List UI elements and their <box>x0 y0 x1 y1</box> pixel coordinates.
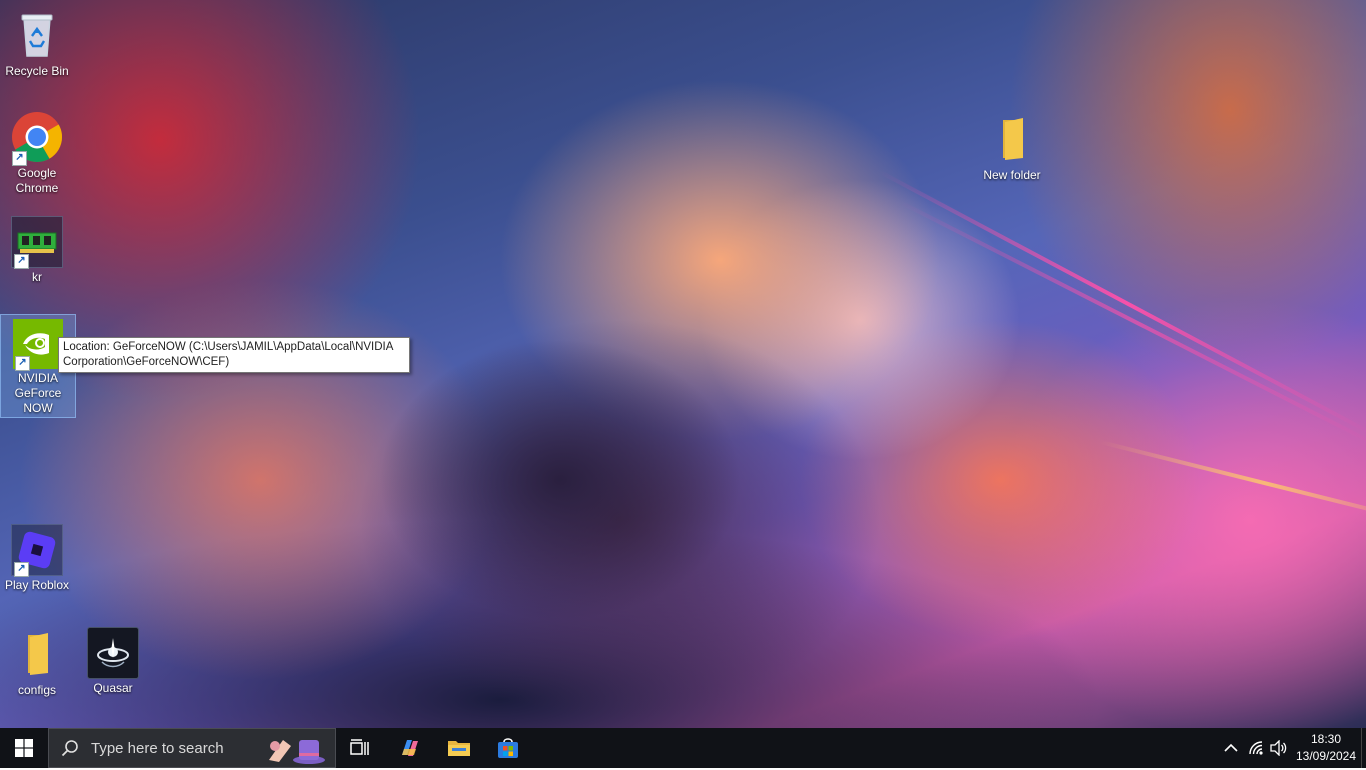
search-icon <box>61 740 78 757</box>
file-explorer-button[interactable] <box>439 728 479 768</box>
desktop-icon-label: Google Chrome <box>15 166 59 195</box>
desktop-icon-label: New folder <box>983 168 1041 182</box>
show-hidden-icons-button[interactable] <box>1220 728 1242 768</box>
task-view-icon <box>350 739 369 755</box>
network-icon <box>1249 741 1263 755</box>
clock-button[interactable]: 18:30 13/09/2024 <box>1292 728 1360 768</box>
microsoft-store-icon <box>498 738 518 758</box>
chevron-up-icon <box>1224 743 1238 752</box>
volume-button[interactable] <box>1268 728 1290 768</box>
nvidia-icon: ↗ <box>13 319 63 371</box>
desktop-icon-label: Play Roblox <box>4 578 70 592</box>
folder-icon <box>985 112 1039 166</box>
desktop-icon-kr[interactable]: ↗ kr <box>0 212 74 285</box>
task-view-button[interactable] <box>340 728 380 768</box>
clock-date: 13/09/2024 <box>1295 749 1357 763</box>
memory-chip-icon: ↗ <box>11 216 63 269</box>
microsoft-store-button[interactable] <box>488 728 528 768</box>
wallpaper-streak <box>899 200 1366 449</box>
desktop-icon-label: configs <box>17 683 57 697</box>
desktop-icon-label: NVIDIA GeForce NOW <box>14 371 62 415</box>
clock-time: 18:30 <box>1310 732 1342 746</box>
wallpaper-streak <box>879 170 1366 437</box>
desktop-icon-label: kr <box>32 270 42 284</box>
desktop-icon-configs[interactable]: configs <box>0 623 74 698</box>
roblox-icon: ↗ <box>11 524 63 577</box>
search-placeholder: Type here to search <box>91 739 224 757</box>
desktop-icon-new-folder[interactable]: New folder <box>975 108 1049 183</box>
location-tooltip: Location: GeForceNOW (C:\Users\JAMIL\App… <box>58 337 410 373</box>
start-button[interactable] <box>0 728 48 768</box>
desktop-icon-label: Recycle Bin <box>5 64 69 78</box>
quasar-icon <box>87 627 139 679</box>
shortcut-arrow-icon: ↗ <box>14 562 29 577</box>
search-highlight-icon <box>257 732 331 766</box>
taskbar: Type here to search 18:30 13/09/2024 <box>0 728 1366 768</box>
desktop[interactable]: Recycle Bin ↗ Google Chrome ↗ kr ↗ NVIDI… <box>0 0 1366 728</box>
copilot-button[interactable] <box>390 728 430 768</box>
shortcut-arrow-icon: ↗ <box>14 254 29 269</box>
desktop-icon-recycle-bin[interactable]: Recycle Bin <box>0 4 74 79</box>
desktop-icon-label: Quasar <box>93 681 133 695</box>
windows-logo-icon <box>15 739 33 757</box>
chrome-icon: ↗ <box>10 110 64 166</box>
shortcut-arrow-icon: ↗ <box>15 356 30 371</box>
recycle-bin-icon <box>10 8 64 62</box>
copilot-icon <box>402 740 418 756</box>
folder-icon <box>10 627 64 681</box>
show-desktop-button[interactable] <box>1361 728 1366 768</box>
network-button[interactable] <box>1245 728 1267 768</box>
desktop-icon-play-roblox[interactable]: ↗ Play Roblox <box>0 520 74 593</box>
taskbar-search-box[interactable]: Type here to search <box>48 728 336 768</box>
wallpaper-streak <box>1099 440 1366 527</box>
file-explorer-icon <box>448 741 470 756</box>
desktop-icon-quasar[interactable]: Quasar <box>76 623 150 696</box>
desktop-icon-google-chrome[interactable]: ↗ Google Chrome <box>0 106 74 196</box>
shortcut-arrow-icon: ↗ <box>12 151 27 166</box>
volume-icon <box>1270 740 1287 756</box>
